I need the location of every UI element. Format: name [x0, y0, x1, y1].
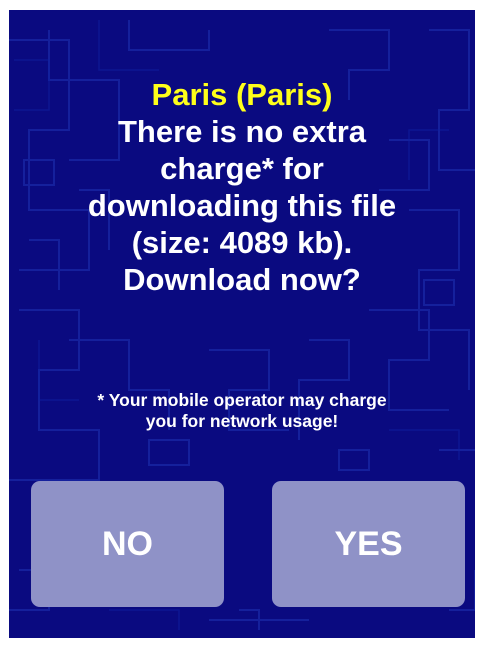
message-line: There is no extra: [117, 114, 367, 149]
no-button[interactable]: NO: [31, 481, 224, 607]
disclaimer-line: * Your mobile operator may charge: [97, 390, 387, 410]
charge-disclaimer: * Your mobile operator may charge you fo…: [9, 390, 475, 432]
disclaimer-line: you for network usage!: [145, 411, 339, 431]
dialog-title: Paris (Paris): [151, 77, 333, 112]
dialog-message: Paris (Paris) There is no extra charge* …: [9, 76, 475, 298]
message-line: charge* for: [160, 151, 324, 186]
download-dialog: Paris (Paris) There is no extra charge* …: [9, 10, 475, 638]
message-line: Download now?: [123, 262, 361, 297]
message-line: downloading this file: [87, 188, 397, 223]
yes-button[interactable]: YES: [272, 481, 465, 607]
message-line: (size: 4089 kb).: [131, 225, 353, 260]
